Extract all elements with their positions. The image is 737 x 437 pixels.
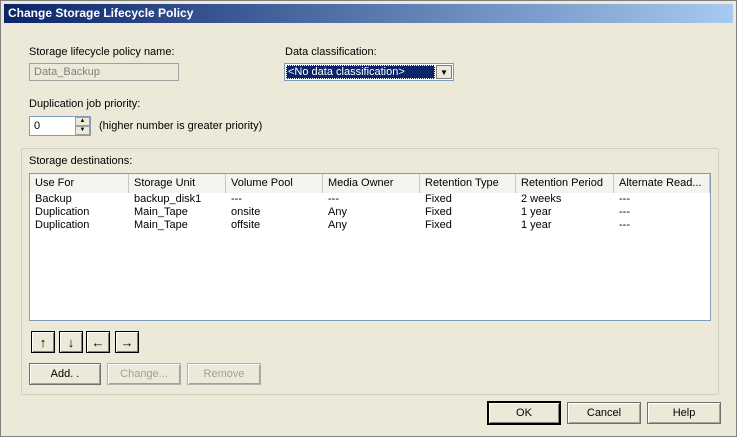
change-button[interactable]: Change... (107, 363, 181, 385)
cell: onsite (231, 206, 261, 218)
priority-label: Duplication job priority: (29, 98, 141, 110)
cell: backup_disk1 (134, 193, 202, 205)
cell: Main_Tape (134, 219, 188, 231)
list-header: Use For Storage Unit Volume Pool Media O… (30, 174, 710, 193)
window-title: Change Storage Lifecycle Policy (8, 6, 194, 20)
arrow-left-icon: ← (91, 334, 105, 350)
policy-name-label: Storage lifecycle policy name: (29, 46, 175, 58)
cell: Duplication (35, 206, 90, 218)
cell: --- (619, 219, 630, 231)
destinations-label: Storage destinations: (29, 155, 133, 167)
data-classification-select[interactable]: <No data classification> ▼ (284, 63, 454, 81)
data-classification-value: <No data classification> (286, 65, 435, 79)
remove-button[interactable]: Remove (187, 363, 261, 385)
cell: 1 year (521, 219, 552, 231)
column-header[interactable]: Storage Unit (129, 174, 226, 193)
cell: offsite (231, 219, 261, 231)
cell: --- (619, 206, 630, 218)
arrow-up-icon: ↑ (39, 334, 47, 350)
column-header[interactable]: Alternate Read... (614, 174, 710, 193)
cell: --- (328, 193, 339, 205)
column-header[interactable]: Volume Pool (226, 174, 323, 193)
cell: Fixed (425, 219, 452, 231)
column-header[interactable]: Media Owner (323, 174, 420, 193)
cell: 2 weeks (521, 193, 562, 205)
arrow-right-icon: → (120, 334, 134, 350)
table-row[interactable]: Backup backup_disk1 --- --- Fixed 2 week… (30, 193, 710, 206)
arrow-down-icon: ↓ (67, 334, 75, 350)
cell: Fixed (425, 193, 452, 205)
cancel-button[interactable]: Cancel (567, 402, 641, 424)
column-header[interactable]: Use For (30, 174, 129, 193)
column-header[interactable]: Retention Period (516, 174, 614, 193)
chevron-down-icon[interactable]: ▼ (436, 65, 452, 79)
title-bar[interactable]: Change Storage Lifecycle Policy (4, 4, 733, 23)
add-button[interactable]: Add. . (29, 363, 101, 385)
priority-hint: (higher number is greater priority) (99, 120, 263, 132)
cell: --- (231, 193, 242, 205)
policy-name-field: Data_Backup (29, 63, 179, 81)
table-row[interactable]: Duplication Main_Tape offsite Any Fixed … (30, 219, 710, 232)
data-classification-label: Data classification: (285, 46, 377, 58)
spin-down-icon[interactable]: ▼ (75, 126, 90, 135)
move-up-button[interactable]: ↑ (31, 331, 55, 353)
cell: Any (328, 206, 347, 218)
ok-button[interactable]: OK (488, 402, 560, 424)
column-header[interactable]: Retention Type (420, 174, 516, 193)
destinations-list[interactable]: Use For Storage Unit Volume Pool Media O… (29, 173, 711, 321)
cell: --- (619, 193, 630, 205)
cell: Main_Tape (134, 206, 188, 218)
cell: Any (328, 219, 347, 231)
cell: Duplication (35, 219, 90, 231)
dialog-window: Change Storage Lifecycle Policy Storage … (0, 0, 737, 437)
spin-up-icon[interactable]: ▲ (75, 117, 90, 126)
priority-value: 0 (34, 120, 41, 132)
move-right-button[interactable]: → (115, 331, 139, 353)
cell: 1 year (521, 206, 552, 218)
table-row[interactable]: Duplication Main_Tape onsite Any Fixed 1… (30, 206, 710, 219)
move-left-button[interactable]: ← (86, 331, 110, 353)
cell: Fixed (425, 206, 452, 218)
priority-stepper[interactable]: 0 ▲ ▼ (29, 116, 91, 136)
move-down-button[interactable]: ↓ (59, 331, 83, 353)
cell: Backup (35, 193, 72, 205)
help-button[interactable]: Help (647, 402, 721, 424)
